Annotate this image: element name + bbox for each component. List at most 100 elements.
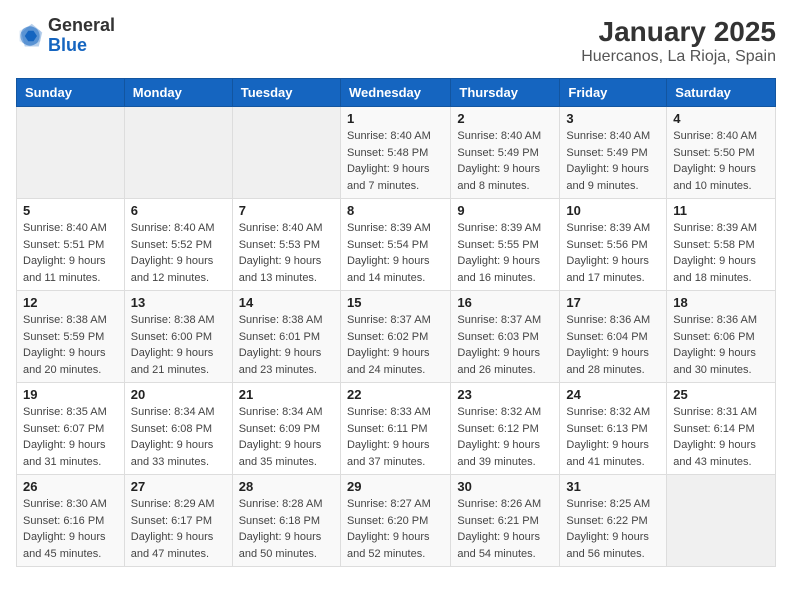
day-number: 22	[347, 387, 444, 402]
calendar-cell: 4Sunrise: 8:40 AM Sunset: 5:50 PM Daylig…	[667, 107, 776, 199]
calendar-cell: 20Sunrise: 8:34 AM Sunset: 6:08 PM Dayli…	[124, 383, 232, 475]
calendar-cell: 5 Sunrise: 8:40 AM Sunset: 5:51 PM Daylig…	[17, 199, 125, 291]
calendar-week-row: 26 Sunrise: 8:30 AM Sunset: 6:16 PM Dayli…	[17, 475, 776, 567]
day-info: Sunrise: 8:39 AM Sunset: 5:54 PM Dayligh…	[347, 220, 444, 286]
logo-general-text: General	[48, 15, 115, 35]
header-friday: Friday	[560, 79, 667, 107]
calendar-cell: 17Sunrise: 8:36 AM Sunset: 6:04 PM Dayli…	[560, 291, 667, 383]
calendar-cell: 26 Sunrise: 8:30 AM Sunset: 6:16 PM Dayli…	[17, 475, 125, 567]
calendar-cell: 27Sunrise: 8:29 AM Sunset: 6:17 PM Dayli…	[124, 475, 232, 567]
calendar-week-row: 1Sunrise: 8:40 AM Sunset: 5:48 PM Daylig…	[17, 107, 776, 199]
calendar-table: Sunday Monday Tuesday Wednesday Thursday…	[16, 78, 776, 567]
calendar-week-row: 5 Sunrise: 8:40 AM Sunset: 5:51 PM Daylig…	[17, 199, 776, 291]
calendar-cell	[17, 107, 125, 199]
day-info: Sunrise: 8:34 AM Sunset: 6:09 PM Dayligh…	[239, 404, 334, 470]
day-number: 8	[347, 203, 444, 218]
calendar-cell: 2 Sunrise: 8:40 AM Sunset: 5:49 PM Daylig…	[451, 107, 560, 199]
calendar-cell: 6 Sunrise: 8:40 AM Sunset: 5:52 PM Daylig…	[124, 199, 232, 291]
day-info: Sunrise: 8:36 AM Sunset: 6:04 PM Dayligh…	[566, 312, 660, 378]
day-info: Sunrise: 8:38 AM Sunset: 6:01 PM Dayligh…	[239, 312, 334, 378]
header: General Blue January 2025 Huercanos, La …	[16, 16, 776, 66]
calendar-cell: 29 Sunrise: 8:27 AM Sunset: 6:20 PM Dayli…	[340, 475, 450, 567]
calendar-cell: 22 Sunrise: 8:33 AM Sunset: 6:11 PM Dayli…	[340, 383, 450, 475]
day-info: Sunrise: 8:36 AM Sunset: 6:06 PM Dayligh…	[673, 312, 769, 378]
calendar-cell	[124, 107, 232, 199]
day-number: 30	[457, 479, 553, 494]
day-number: 7	[239, 203, 334, 218]
calendar-cell: 11 Sunrise: 8:39 AM Sunset: 5:58 PM Dayli…	[667, 199, 776, 291]
day-info: Sunrise: 8:34 AM Sunset: 6:08 PM Dayligh…	[131, 404, 226, 470]
calendar-cell: 3 Sunrise: 8:40 AM Sunset: 5:49 PM Daylig…	[560, 107, 667, 199]
calendar-cell: 16Sunrise: 8:37 AM Sunset: 6:03 PM Dayli…	[451, 291, 560, 383]
calendar-cell: 30Sunrise: 8:26 AM Sunset: 6:21 PM Dayli…	[451, 475, 560, 567]
day-number: 6	[131, 203, 226, 218]
day-info: Sunrise: 8:39 AM Sunset: 5:58 PM Dayligh…	[673, 220, 769, 286]
day-number: 21	[239, 387, 334, 402]
day-number: 26	[23, 479, 118, 494]
day-number: 23	[457, 387, 553, 402]
day-info: Sunrise: 8:25 AM Sunset: 6:22 PM Dayligh…	[566, 496, 660, 562]
calendar-cell: 14 Sunrise: 8:38 AM Sunset: 6:01 PM Dayli…	[232, 291, 340, 383]
calendar-cell: 1Sunrise: 8:40 AM Sunset: 5:48 PM Daylig…	[340, 107, 450, 199]
header-monday: Monday	[124, 79, 232, 107]
day-number: 2	[457, 111, 553, 126]
day-number: 11	[673, 203, 769, 218]
calendar-cell: 12 Sunrise: 8:38 AM Sunset: 5:59 PM Dayli…	[17, 291, 125, 383]
day-number: 14	[239, 295, 334, 310]
day-info: Sunrise: 8:32 AM Sunset: 6:13 PM Dayligh…	[566, 404, 660, 470]
logo-blue-text: Blue	[48, 35, 87, 55]
calendar-cell: 21 Sunrise: 8:34 AM Sunset: 6:09 PM Dayli…	[232, 383, 340, 475]
day-number: 3	[566, 111, 660, 126]
day-number: 18	[673, 295, 769, 310]
calendar-cell: 15Sunrise: 8:37 AM Sunset: 6:02 PM Dayli…	[340, 291, 450, 383]
day-number: 25	[673, 387, 769, 402]
day-info: Sunrise: 8:37 AM Sunset: 6:02 PM Dayligh…	[347, 312, 444, 378]
calendar-cell: 23 Sunrise: 8:32 AM Sunset: 6:12 PM Dayli…	[451, 383, 560, 475]
weekday-header-row: Sunday Monday Tuesday Wednesday Thursday…	[17, 79, 776, 107]
header-thursday: Thursday	[451, 79, 560, 107]
calendar-cell: 31 Sunrise: 8:25 AM Sunset: 6:22 PM Dayli…	[560, 475, 667, 567]
day-info: Sunrise: 8:39 AM Sunset: 5:56 PM Dayligh…	[566, 220, 660, 286]
day-info: Sunrise: 8:29 AM Sunset: 6:17 PM Dayligh…	[131, 496, 226, 562]
calendar-cell: 18 Sunrise: 8:36 AM Sunset: 6:06 PM Dayli…	[667, 291, 776, 383]
day-info: Sunrise: 8:35 AM Sunset: 6:07 PM Dayligh…	[23, 404, 118, 470]
day-info: Sunrise: 8:38 AM Sunset: 6:00 PM Dayligh…	[131, 312, 226, 378]
logo-icon	[16, 22, 44, 50]
header-wednesday: Wednesday	[340, 79, 450, 107]
day-info: Sunrise: 8:33 AM Sunset: 6:11 PM Dayligh…	[347, 404, 444, 470]
day-info: Sunrise: 8:39 AM Sunset: 5:55 PM Dayligh…	[457, 220, 553, 286]
calendar-subtitle: Huercanos, La Rioja, Spain	[581, 48, 776, 66]
calendar-cell	[667, 475, 776, 567]
calendar-week-row: 19Sunrise: 8:35 AM Sunset: 6:07 PM Dayli…	[17, 383, 776, 475]
day-number: 4	[673, 111, 769, 126]
calendar-cell: 19Sunrise: 8:35 AM Sunset: 6:07 PM Dayli…	[17, 383, 125, 475]
calendar-week-row: 12 Sunrise: 8:38 AM Sunset: 5:59 PM Dayli…	[17, 291, 776, 383]
day-number: 5	[23, 203, 118, 218]
day-info: Sunrise: 8:31 AM Sunset: 6:14 PM Dayligh…	[673, 404, 769, 470]
day-info: Sunrise: 8:32 AM Sunset: 6:12 PM Dayligh…	[457, 404, 553, 470]
day-info: Sunrise: 8:40 AM Sunset: 5:49 PM Dayligh…	[457, 128, 553, 194]
calendar-cell: 10Sunrise: 8:39 AM Sunset: 5:56 PM Dayli…	[560, 199, 667, 291]
day-info: Sunrise: 8:40 AM Sunset: 5:51 PM Dayligh…	[23, 220, 118, 286]
day-number: 13	[131, 295, 226, 310]
calendar-cell: 25 Sunrise: 8:31 AM Sunset: 6:14 PM Dayli…	[667, 383, 776, 475]
day-number: 1	[347, 111, 444, 126]
calendar-cell: 13 Sunrise: 8:38 AM Sunset: 6:00 PM Dayli…	[124, 291, 232, 383]
day-info: Sunrise: 8:30 AM Sunset: 6:16 PM Dayligh…	[23, 496, 118, 562]
day-info: Sunrise: 8:37 AM Sunset: 6:03 PM Dayligh…	[457, 312, 553, 378]
calendar-cell: 28 Sunrise: 8:28 AM Sunset: 6:18 PM Dayli…	[232, 475, 340, 567]
day-info: Sunrise: 8:40 AM Sunset: 5:52 PM Dayligh…	[131, 220, 226, 286]
day-number: 29	[347, 479, 444, 494]
calendar-cell: 24Sunrise: 8:32 AM Sunset: 6:13 PM Dayli…	[560, 383, 667, 475]
day-number: 12	[23, 295, 118, 310]
calendar-cell: 7Sunrise: 8:40 AM Sunset: 5:53 PM Daylig…	[232, 199, 340, 291]
day-info: Sunrise: 8:28 AM Sunset: 6:18 PM Dayligh…	[239, 496, 334, 562]
day-number: 31	[566, 479, 660, 494]
day-number: 28	[239, 479, 334, 494]
day-info: Sunrise: 8:27 AM Sunset: 6:20 PM Dayligh…	[347, 496, 444, 562]
logo: General Blue	[16, 16, 115, 56]
calendar-cell: 8 Sunrise: 8:39 AM Sunset: 5:54 PM Daylig…	[340, 199, 450, 291]
header-tuesday: Tuesday	[232, 79, 340, 107]
day-info: Sunrise: 8:40 AM Sunset: 5:49 PM Dayligh…	[566, 128, 660, 194]
day-info: Sunrise: 8:38 AM Sunset: 5:59 PM Dayligh…	[23, 312, 118, 378]
